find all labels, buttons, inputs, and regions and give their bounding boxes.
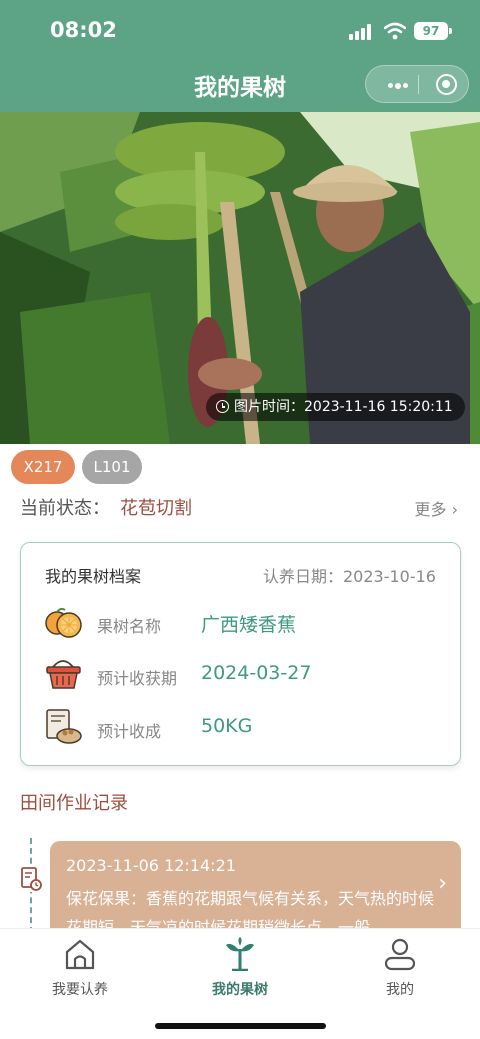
chevron-right-icon: › <box>451 500 458 519</box>
battery-icon: 97 <box>414 22 448 40</box>
signal-icon <box>349 24 375 40</box>
battery-level: 97 <box>422 24 440 38</box>
sprout-icon <box>226 937 254 971</box>
mini-program-capsule <box>365 65 469 103</box>
home-icon <box>65 939 95 970</box>
profile-row-harvest-date: 预计收获期 2024-03-27 <box>43 655 443 695</box>
nav-label: 我的 <box>386 982 414 998</box>
row-value: 50KG <box>201 715 253 737</box>
section-title-records: 田间作业记录 <box>20 793 128 814</box>
tree-profile-card: 我的果树档案 认养日期：2023-10-16 果树名称 广西矮香蕉 预计收获期 … <box>20 542 461 766</box>
row-label: 预计收获期 <box>97 669 178 688</box>
record-time: 2023-11-06 12:14:21 <box>66 856 236 875</box>
row-label: 预计收成 <box>97 722 162 741</box>
harvest-jar-icon <box>46 709 82 744</box>
status-value: 花苞切割 <box>120 498 192 519</box>
battery-tip <box>449 28 452 34</box>
home-indicator[interactable] <box>155 1023 326 1029</box>
more-link[interactable]: 更多 › <box>414 496 458 520</box>
adopt-date: 认养日期：2023-10-16 <box>263 567 436 586</box>
capsule-divider <box>418 75 419 94</box>
nav-item-adopt[interactable]: 我要认养 <box>20 935 140 999</box>
tree-tag[interactable]: X217 <box>11 450 75 484</box>
profile-row-name: 果树名称 广西矮香蕉 <box>43 603 443 643</box>
nav-label: 我的果树 <box>212 982 268 998</box>
chevron-right-icon: › <box>438 871 447 896</box>
row-value: 2024-03-27 <box>201 662 312 684</box>
profile-row-yield: 预计收成 50KG <box>43 708 443 748</box>
nav-item-my-tree[interactable]: 我的果树 <box>180 935 300 999</box>
current-status: 当前状态： 花苞切割 更多 › <box>20 494 460 522</box>
basket-icon <box>46 660 81 689</box>
row-value: 广西矮香蕉 <box>201 614 297 636</box>
record-log-icon <box>19 866 43 892</box>
header: 08:02 97 我的果树 <box>0 0 480 112</box>
row-label: 果树名称 <box>97 617 162 636</box>
photo-timestamp: 图片时间：2023-11-16 15:20:11 <box>206 393 465 421</box>
more-dots-icon[interactable] <box>388 82 408 89</box>
tree-tag[interactable]: L101 <box>82 450 142 484</box>
more-label: 更多 <box>414 500 447 519</box>
nav-label: 我要认养 <box>52 982 108 998</box>
clock-icon <box>216 400 229 413</box>
wifi-icon <box>384 22 406 40</box>
user-icon <box>384 938 416 971</box>
status-time: 08:02 <box>50 18 117 42</box>
orange-fruit-icon <box>45 607 82 638</box>
close-target-icon[interactable] <box>436 74 457 95</box>
tree-photo: 图片时间：2023-11-16 15:20:11 <box>0 112 480 444</box>
status-bar: 08:02 97 <box>0 0 480 60</box>
status-label: 当前状态： <box>20 498 110 519</box>
nav-item-me[interactable]: 我的 <box>340 935 460 999</box>
photo-time-label: 图片时间：2023-11-16 15:20:11 <box>234 399 453 415</box>
card-title: 我的果树档案 <box>45 567 142 586</box>
